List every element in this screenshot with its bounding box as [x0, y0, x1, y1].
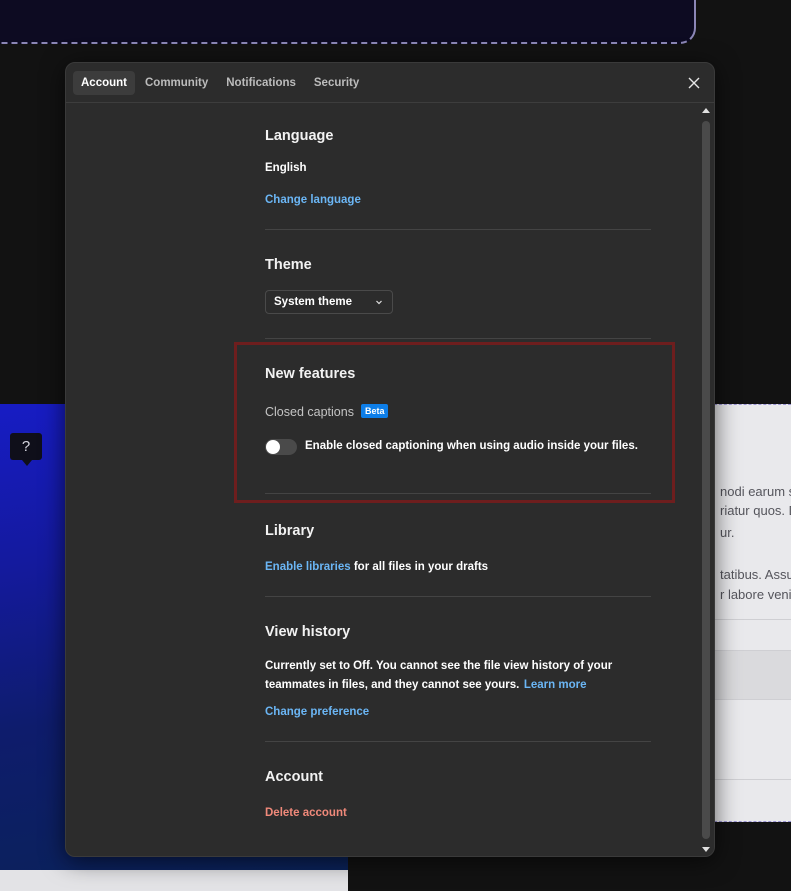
modal-header: Account Community Notifications Security	[66, 63, 714, 103]
tab-bar: Account Community Notifications Security	[73, 71, 367, 95]
divider	[265, 596, 651, 597]
delete-account-link[interactable]: Delete account	[265, 807, 347, 819]
tab-security[interactable]: Security	[306, 71, 367, 95]
language-section: Language	[265, 128, 651, 144]
closed-captions-toggle-label: Enable closed captioning when using audi…	[305, 440, 638, 452]
beta-badge: Beta	[360, 404, 389, 418]
background-left-strip	[0, 870, 348, 891]
background-text-line: ur.	[720, 525, 735, 540]
help-icon[interactable]: ?	[10, 433, 42, 466]
scrollbar-thumb[interactable]	[702, 121, 710, 839]
theme-title: Theme	[265, 257, 312, 273]
view-history-title: View history	[265, 624, 351, 640]
change-language-link[interactable]: Change language	[265, 194, 361, 206]
background-text-line: tatibus. Assu	[720, 567, 791, 582]
closed-captions-label: Closed captions	[265, 405, 354, 419]
background-text-line: nodi earum si	[720, 484, 791, 499]
chevron-down-icon	[376, 300, 382, 305]
new-features-title: New features	[265, 366, 356, 382]
learn-more-link[interactable]: Learn more	[524, 679, 587, 691]
library-row: Enable libraries for all files in your d…	[265, 557, 651, 575]
scrollbar[interactable]	[698, 103, 714, 856]
background-document-right: nodi earum si riatur quos. D ur. tatibus…	[714, 404, 791, 822]
background-text-line: r labore venia	[720, 587, 791, 602]
scroll-down-arrow-icon[interactable]	[702, 847, 710, 852]
language-link-row: Change language	[265, 190, 651, 208]
library-title: Library	[265, 523, 315, 539]
background-text-line: riatur quos. D	[720, 503, 791, 518]
language-value-row: English	[265, 162, 651, 174]
close-button[interactable]	[682, 71, 706, 95]
account-section: Account	[265, 769, 651, 785]
library-section: Library	[265, 523, 651, 539]
divider	[265, 338, 651, 339]
language-title: Language	[265, 128, 334, 144]
account-title: Account	[265, 769, 323, 785]
delete-account-row: Delete account	[265, 803, 651, 821]
background-top-panel	[0, 0, 696, 44]
toggle-knob	[266, 440, 280, 454]
background-rule	[714, 779, 791, 780]
new-features-section: New features	[265, 366, 651, 382]
divider	[265, 493, 651, 494]
close-icon	[688, 77, 700, 89]
theme-select-value: System theme	[274, 296, 352, 308]
settings-modal: Account Community Notifications Security…	[65, 62, 715, 857]
divider	[265, 741, 651, 742]
view-history-section: View history	[265, 624, 651, 640]
background-band	[714, 650, 791, 700]
enable-libraries-link[interactable]: Enable libraries	[265, 561, 351, 573]
tab-notifications[interactable]: Notifications	[218, 71, 304, 95]
background-rule	[714, 619, 791, 620]
change-preference-link[interactable]: Change preference	[265, 706, 369, 718]
closed-captions-row: Closed captions Beta	[265, 403, 651, 421]
theme-section: Theme	[265, 257, 651, 273]
theme-select[interactable]: System theme	[265, 290, 393, 314]
library-suffix: for all files in your drafts	[350, 561, 489, 573]
divider	[265, 229, 651, 230]
scroll-up-arrow-icon[interactable]	[702, 108, 710, 113]
view-history-link-row: Change preference	[265, 702, 651, 720]
settings-content: Language English Change language Theme S…	[66, 103, 698, 856]
tab-community[interactable]: Community	[137, 71, 216, 95]
view-history-description-row: Currently set to Off. You cannot see the…	[265, 656, 617, 694]
language-value: English	[265, 162, 307, 174]
closed-captions-toggle[interactable]	[265, 439, 297, 455]
closed-captions-toggle-row: Enable closed captioning when using audi…	[265, 439, 651, 457]
tab-account[interactable]: Account	[73, 71, 135, 95]
